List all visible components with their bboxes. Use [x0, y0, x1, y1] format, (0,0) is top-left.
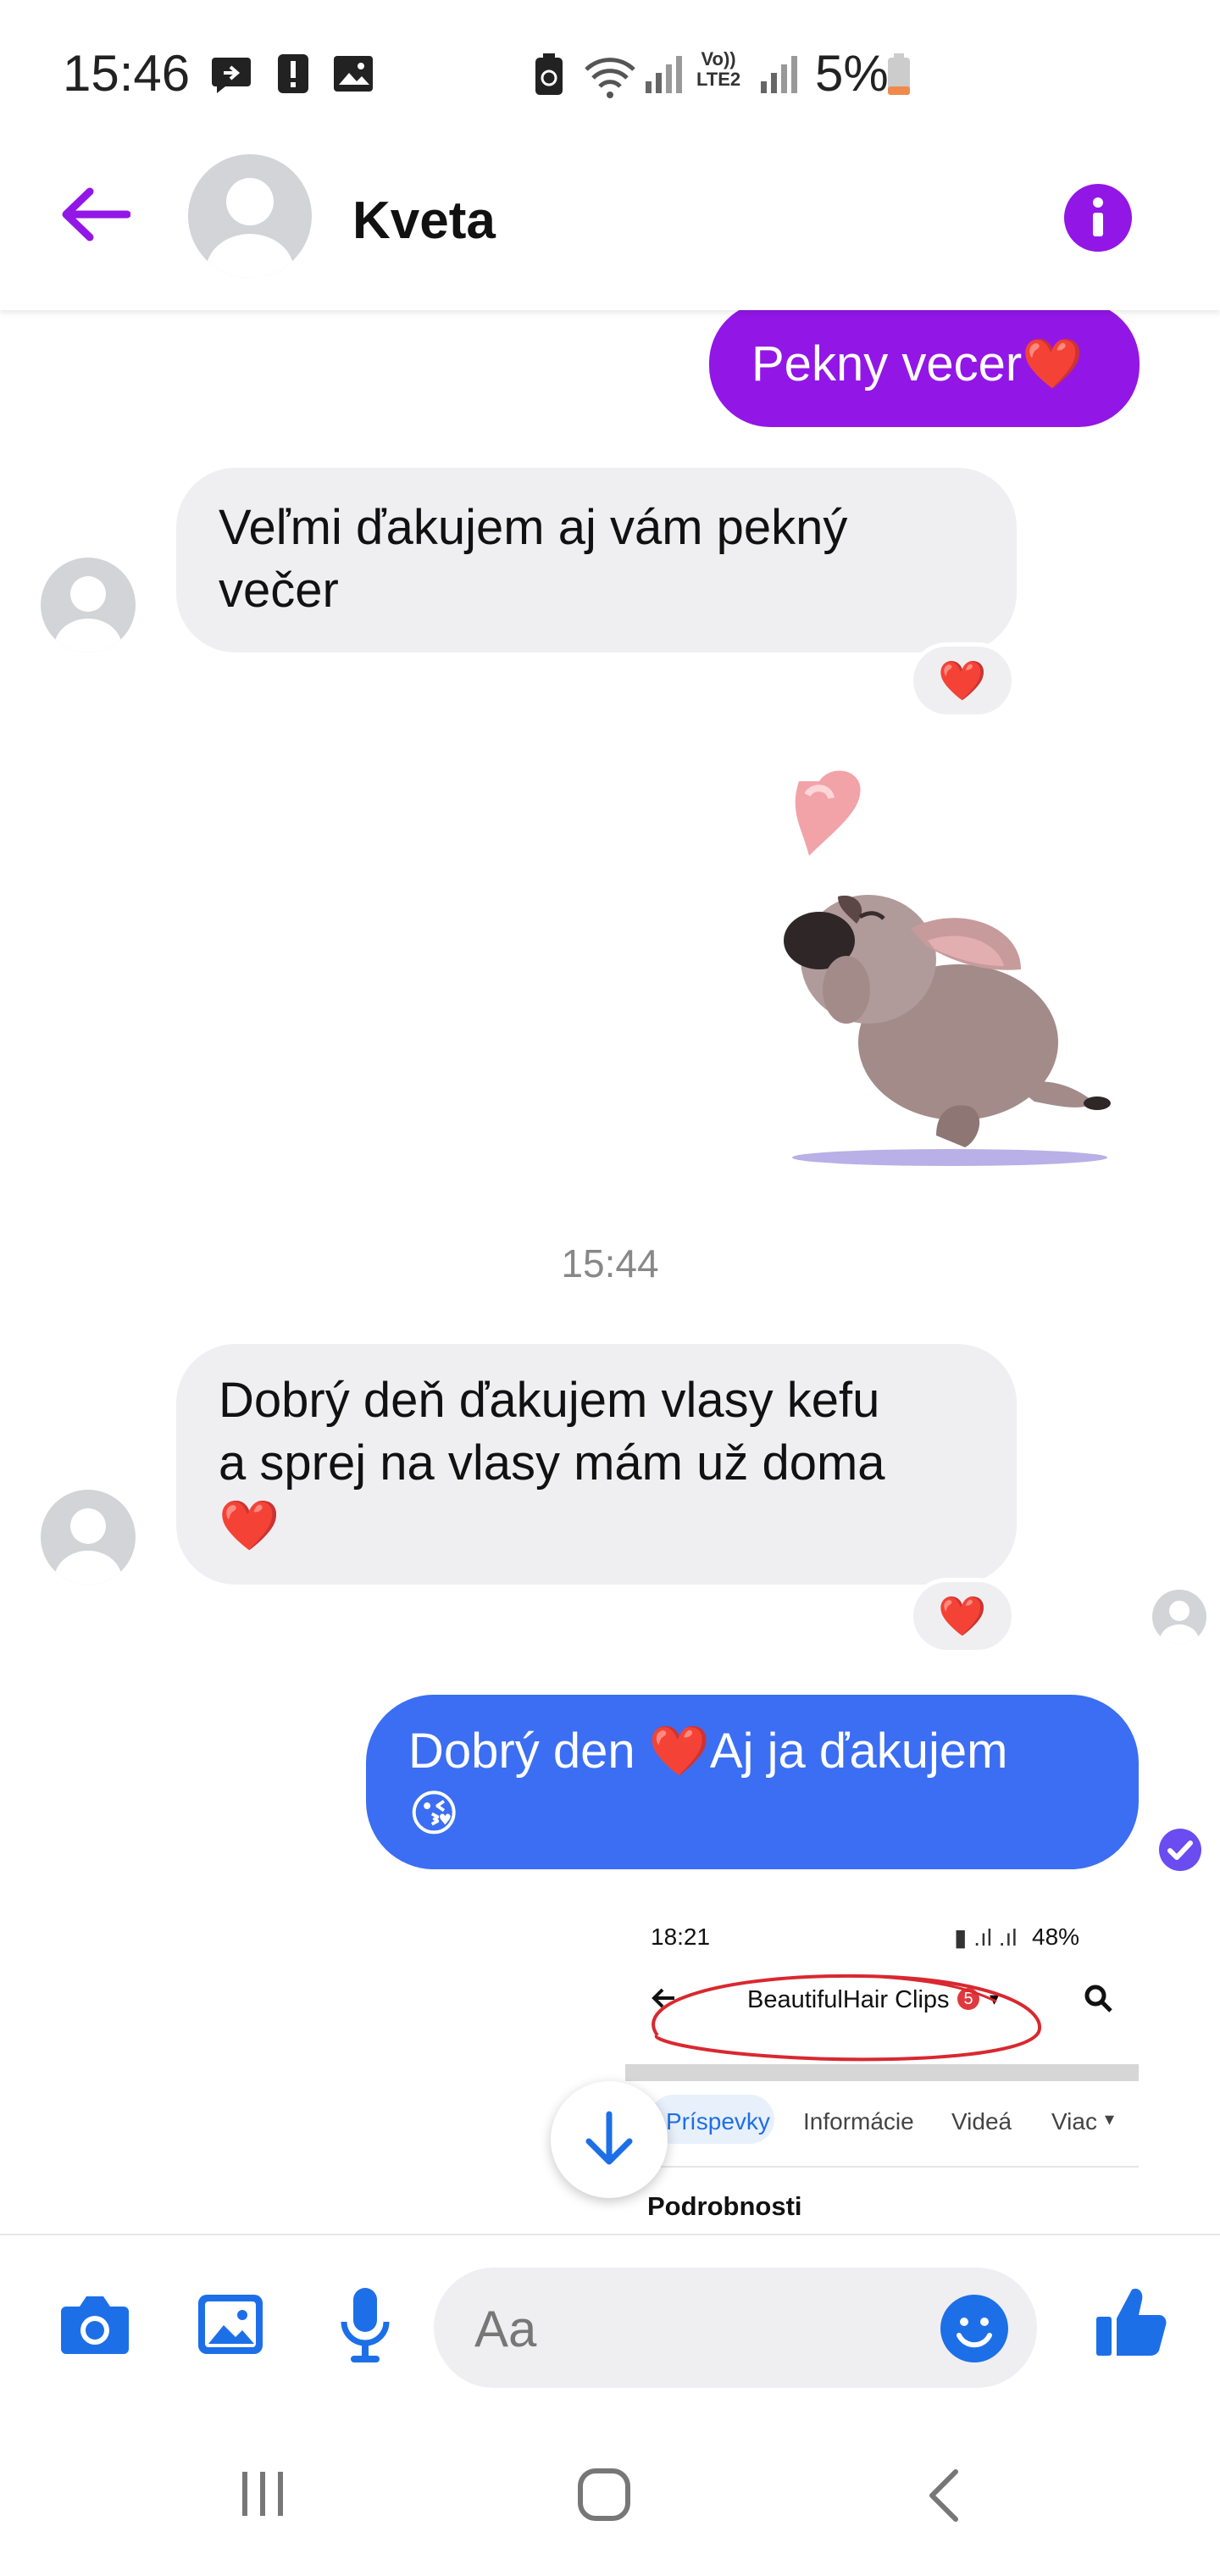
- battery-percent: 5%: [815, 45, 889, 102]
- shared-divider: [649, 2166, 1139, 2168]
- message-notification-icon: [212, 58, 251, 93]
- message-text-line: Veľmi ďakujem aj vám pekný: [219, 500, 848, 555]
- message-text-line: 😘: [408, 1786, 460, 1841]
- outgoing-message-bubble[interactable]: Dobrý den ❤️Aj ja ďakujem 😘: [366, 1695, 1139, 1869]
- message-input-placeholder: Aa: [474, 2301, 537, 2357]
- shared-tab: Videá: [951, 2108, 1012, 2135]
- signal-strength-icon: [646, 56, 682, 93]
- scroll-to-bottom-button[interactable]: [551, 2081, 668, 2198]
- network-type-label: Vo)) LTE2: [696, 48, 741, 90]
- heart-reaction-icon: ❤️: [938, 1594, 987, 1638]
- battery-icon: [888, 53, 910, 95]
- signal-strength-2-icon: [761, 56, 797, 93]
- delivered-check-icon: [1159, 1829, 1201, 1871]
- incoming-message-bubble[interactable]: Veľmi ďakujem aj vám pekný večer: [176, 468, 1017, 652]
- shared-cover-strip: [625, 2064, 1139, 2081]
- shared-tab: Informácie: [803, 2108, 914, 2135]
- shared-red-circle-annotation: [652, 1974, 1042, 2062]
- info-icon[interactable]: [1064, 184, 1132, 252]
- shared-status-time: 18:21: [651, 1924, 711, 1950]
- gallery-notification-icon: [334, 56, 373, 92]
- heart-reaction-icon: ❤️: [938, 658, 987, 702]
- shared-status-signal: ▮ .ıl .ıl: [954, 1924, 1018, 1951]
- shared-tab-dropdown-icon: ▾: [1105, 2108, 1115, 2129]
- recent-apps-icon[interactable]: [237, 2468, 288, 2519]
- status-bar: 15:46 Vo)) LTE2 5%: [0, 0, 1220, 144]
- dog-sticker-image[interactable]: [758, 763, 1140, 1169]
- alert-notification-icon: [278, 54, 308, 93]
- contact-name[interactable]: Kveta: [352, 191, 496, 251]
- battery-saver-icon: [535, 53, 563, 95]
- system-navigation-bar: [0, 2416, 1220, 2576]
- message-text-line: ❤️: [219, 1498, 280, 1553]
- message-text-line: a sprej na vlasy mám už doma: [219, 1435, 885, 1491]
- shared-screenshot-image[interactable]: 18:21 ▮ .ıl .ıl 48% BeautifulHair Clips …: [625, 1907, 1139, 2234]
- shared-tab: Viac: [1051, 2108, 1097, 2135]
- camera-icon[interactable]: [58, 2293, 132, 2357]
- shared-tab: Príspevky: [666, 2108, 770, 2135]
- microphone-icon[interactable]: [339, 2285, 391, 2366]
- conversation-timestamp: 15:44: [561, 1241, 659, 1285]
- message-reaction[interactable]: ❤️: [909, 1578, 1016, 1654]
- outgoing-message-bubble[interactable]: Pekny vecer❤️: [709, 302, 1140, 427]
- sender-avatar[interactable]: [41, 1490, 136, 1585]
- message-composer: Aa: [0, 2234, 1220, 2418]
- conversation-header: Kveta: [0, 144, 1220, 310]
- message-input[interactable]: Aa: [434, 2268, 1037, 2388]
- emoji-icon[interactable]: [940, 2295, 1008, 2362]
- shared-section-title: Podrobnosti: [647, 2191, 802, 2221]
- message-text-line: Dobrý den ❤️Aj ja ďakujem: [408, 1724, 1008, 1779]
- shared-battery-percent: 48%: [1032, 1924, 1080, 1950]
- back-arrow-icon[interactable]: [59, 185, 130, 244]
- incoming-message-bubble[interactable]: Dobrý deň ďakujem vlasy kefu a sprej na …: [176, 1344, 1017, 1585]
- sender-avatar[interactable]: [41, 558, 136, 652]
- seen-indicator-avatar: [1152, 1590, 1206, 1644]
- message-text: Pekny vecer❤️: [751, 336, 1084, 391]
- gallery-icon[interactable]: [197, 2291, 264, 2359]
- status-time: 15:46: [63, 45, 191, 102]
- home-icon[interactable]: [576, 2467, 632, 2523]
- contact-avatar[interactable]: [188, 154, 312, 278]
- message-text-line: večer: [219, 563, 339, 618]
- back-icon[interactable]: [925, 2468, 962, 2523]
- like-thumbs-up-icon[interactable]: [1093, 2285, 1169, 2361]
- shared-search-icon: [1084, 1985, 1112, 2012]
- message-reaction[interactable]: ❤️: [909, 642, 1016, 719]
- wifi-icon: [585, 58, 635, 98]
- message-text-line: Dobrý deň ďakujem vlasy kefu: [219, 1373, 880, 1428]
- arrow-down-icon: [585, 2111, 633, 2165]
